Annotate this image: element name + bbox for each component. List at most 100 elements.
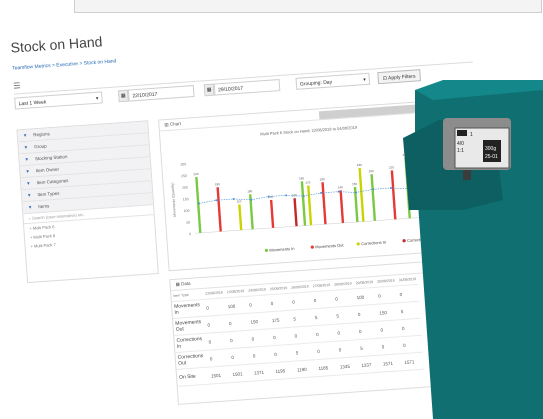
chart-bar [195,176,202,234]
chart-header-label: Chart [169,121,182,127]
table-cell: 0 [204,314,228,334]
table-cell: 1190 [294,359,318,379]
table-cell: 0 [206,331,229,351]
chart-bar [238,204,243,231]
table-cell: 100 [225,296,248,315]
table-cell: 0 [289,291,313,311]
filter-icon: ▼ [25,168,30,174]
grouping-select[interactable]: Grouping: Day ▾ [295,72,371,90]
y-tick-label: 150 [183,197,189,201]
table-cell: 0 [246,294,270,314]
table-cell: 0 [268,293,291,312]
legend-swatch [264,248,269,252]
table-cell: 0 [377,319,401,339]
legend-label: Corrections In [361,239,386,246]
data-label: 240 [193,172,199,176]
date-to-value: 29/10/2017 [217,85,244,94]
period-value: Last 1 Week [18,99,47,108]
table-cell: 0 [379,336,402,356]
table-cell: 0 [249,328,272,348]
device-label-text: 1:1 [457,148,464,154]
sidebar-extra-label: Multi Pack 7 [33,242,56,249]
data-label: 140 [338,185,344,189]
filter-icon: ▼ [22,132,28,139]
screen-scene: Stock on Hand Teamflow Metrics > Executi… [0,0,543,419]
filter-icon: ▼ [24,156,30,162]
chart-bar [339,190,345,224]
table-cell: 1185 [315,358,339,377]
chart-bar [307,185,313,226]
table-cell: 150 [376,302,400,322]
sidebar-search-placeholder: Search (case-insensitive) etc. [31,211,85,221]
data-label: 190 [215,182,221,186]
date-from-field[interactable]: 22/10/2017 [127,85,195,102]
sidebar-item-label: Items [38,203,50,210]
table-cell: 0 [226,313,250,332]
table-cell: 0 [311,290,334,309]
filter-icon: ▼ [23,144,29,151]
table-cell: 1501 [208,365,232,385]
chart-bar [300,181,307,226]
table-cell: 0 [203,297,227,317]
table-cell: 1501 [229,364,253,383]
chart-bar [269,199,275,228]
device-label-text: 25-01 [485,154,498,160]
sidebar-item-label: Item Types [37,190,60,198]
breadcrumb[interactable]: Teamflow Metrics > Executive > Stock on … [12,58,117,71]
page-title: Stock on Hand [10,33,103,56]
period-select[interactable]: Last 1 Week ▾ [14,91,103,110]
table-cell: 0 [207,348,230,368]
table-cell: 0 [271,344,295,363]
chart-bar [293,198,298,227]
grouping-value: Grouping: Day [299,79,333,88]
sidebar-item-label: Group [33,143,47,150]
table-cell: 100 [354,287,377,306]
data-header-label: Data [180,280,191,287]
table-cell: 175 [269,310,292,329]
table-cell: 0 [314,341,338,360]
date-from-value: 22/10/2017 [132,91,158,100]
table-cell: 0 [355,304,378,323]
sidebar-item-label: Item Owner [35,166,60,174]
table-cell: 0 [313,324,337,343]
legend-label: Movements In [269,246,294,253]
filter-icon: ▼ [26,192,32,198]
y-tick-label: 200 [182,186,188,190]
data-label: 210 [389,165,395,169]
date-to-field[interactable]: 29/10/2017 [213,79,281,96]
data-label: 230 [357,163,363,167]
table-cell: 1345 [337,356,360,376]
table-cell: 1337 [358,355,382,374]
table-cell: 0 [270,327,294,346]
table-cell: 0 [336,339,359,359]
table-cell: 5 [357,338,381,357]
table-cell: 0 [228,347,252,366]
filter-icon: ▼ [26,180,31,186]
sidebar: ▼ Regions ▼ Group ▼ Stocking Station ▼ Item … [16,120,159,284]
chevron-down-icon: ▾ [95,95,99,102]
chevron-down-icon: ▾ [363,77,367,84]
table-body: Movements In 0 100 0 0 0 0 0 100 0 0 Movements Out 0… [171,284,425,387]
table-cell: 1371 [251,362,275,382]
table-cell: 0 [375,285,399,305]
row-label: On Site [176,367,210,387]
sidebar-header-label: Regions [33,131,50,138]
y-tick-label: 250 [181,174,187,178]
y-tick-label: 300 [180,162,186,166]
data-table: Item Type 22/08/2019 23/08/2019 24/08/2019 2… [171,273,425,387]
data-label: 110 [236,199,241,203]
data-label: 170 [305,180,311,184]
table-cell: 0 [332,288,356,308]
y-axis-label: Movements (Quantity) [170,182,176,217]
y-tick-label: 50 [186,220,190,224]
sidebar-item-label: Stocking Station [34,154,68,162]
table-cell: 0 [291,325,315,345]
table-cell: 1571 [380,353,403,373]
hamburger-icon[interactable]: ☰ [13,81,21,90]
legend-swatch [356,242,360,246]
sidebar-extra-label: Multi Pack 8 [33,233,56,240]
table-cell: 5 [293,342,316,362]
sidebar-extra-label: Multi Pack 6 [32,224,55,231]
table-cell: 5 [290,308,314,328]
chart-bar [358,167,365,222]
